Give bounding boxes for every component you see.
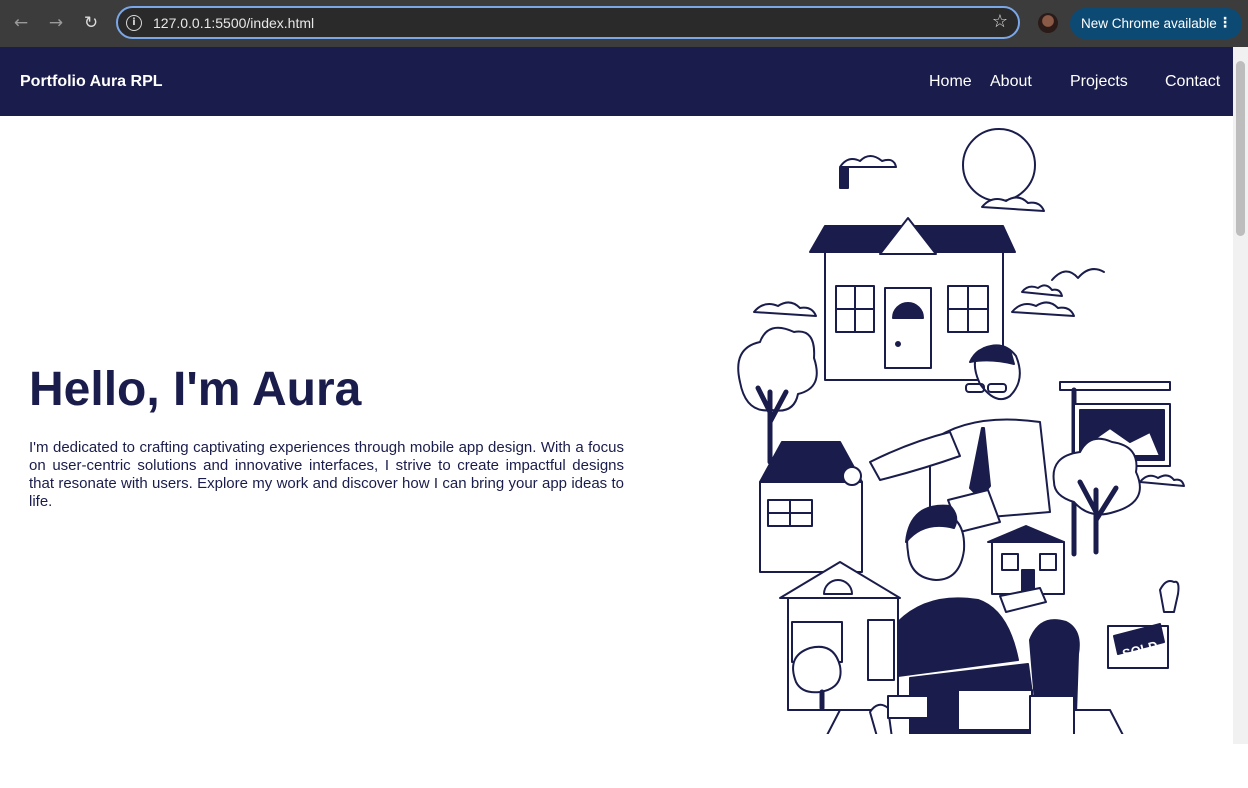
- kebab-menu-icon[interactable]: ⋮: [1218, 8, 1232, 39]
- nav-link-projects[interactable]: Projects: [1070, 73, 1128, 91]
- chrome-update-label: New Chrome available: [1081, 16, 1217, 31]
- hero-title: Hello, I'm Aura: [29, 363, 362, 416]
- profile-avatar[interactable]: [1038, 13, 1058, 33]
- scrollbar-thumb[interactable]: [1236, 61, 1245, 236]
- forward-icon[interactable]: →: [45, 12, 67, 34]
- page-viewport: Portfolio Aura RPL Home About Projects C…: [0, 47, 1233, 744]
- nav-link-about[interactable]: About: [990, 73, 1032, 91]
- reload-icon[interactable]: ↻: [80, 12, 102, 34]
- nav-link-contact[interactable]: Contact: [1165, 73, 1220, 91]
- address-bar[interactable]: i 127.0.0.1:5500/index.html ☆: [116, 6, 1020, 39]
- site-brand[interactable]: Portfolio Aura RPL: [20, 73, 163, 91]
- browser-toolbar: ← → ↻ i 127.0.0.1:5500/index.html ☆ New …: [0, 0, 1248, 47]
- site-info-icon[interactable]: i: [126, 15, 142, 31]
- chrome-update-button[interactable]: New Chrome available ⋮: [1070, 8, 1242, 39]
- hero-illustration: SOLD: [737, 128, 1185, 734]
- back-icon[interactable]: ←: [10, 12, 32, 34]
- url-text[interactable]: 127.0.0.1:5500/index.html: [153, 15, 314, 31]
- bookmark-star-icon[interactable]: ☆: [992, 11, 1008, 32]
- site-navbar: Portfolio Aura RPL Home About Projects C…: [0, 47, 1233, 116]
- nav-link-home[interactable]: Home: [929, 73, 972, 91]
- page-scrollbar[interactable]: [1233, 47, 1248, 744]
- hero-description: I'm dedicated to crafting captivating ex…: [29, 439, 624, 510]
